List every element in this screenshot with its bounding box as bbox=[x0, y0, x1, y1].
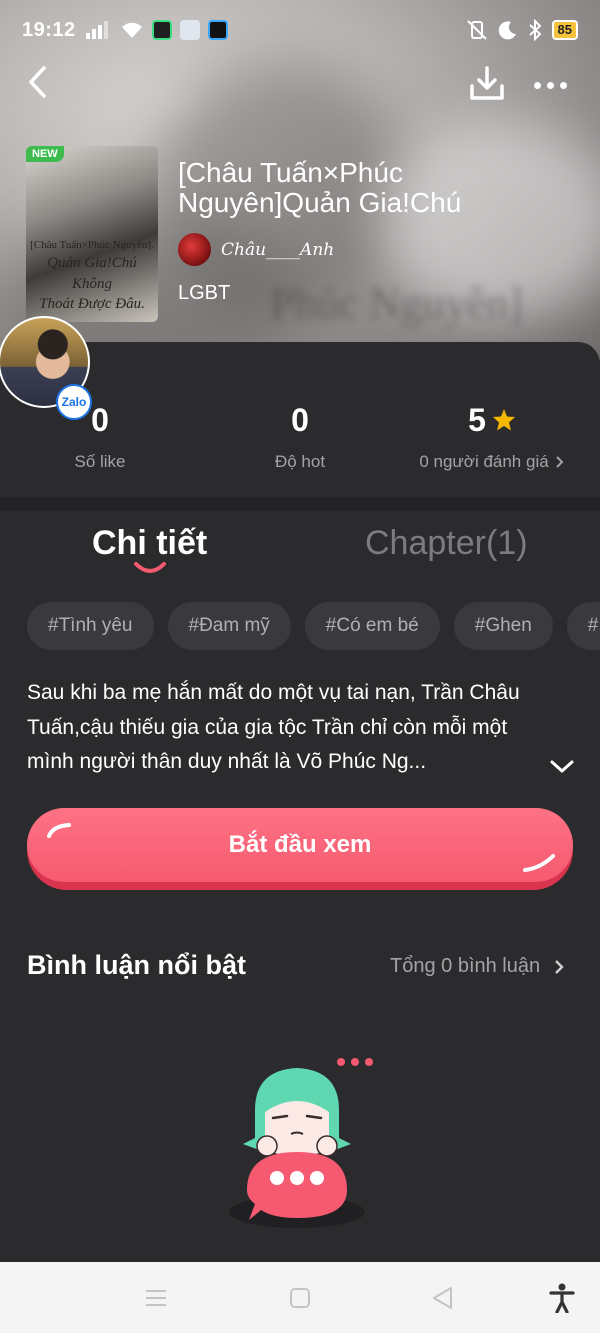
hashtag-chip[interactable]: #Đam mỹ bbox=[167, 602, 291, 650]
button-shine-decoration bbox=[523, 854, 555, 872]
active-tab-indicator bbox=[134, 562, 166, 573]
chevron-right-icon bbox=[555, 959, 564, 974]
wifi-icon bbox=[121, 22, 142, 38]
hashtag-chip[interactable]: #Có em bé bbox=[304, 602, 440, 650]
triangle-back-icon bbox=[433, 1286, 452, 1309]
hashtag-chip[interactable]: #Ghen bbox=[453, 602, 553, 650]
genre-label: LGBT bbox=[178, 282, 231, 304]
recent-apps-button[interactable] bbox=[126, 1262, 186, 1333]
back-button[interactable] bbox=[22, 62, 56, 102]
app-notification-icon bbox=[151, 20, 172, 40]
system-navigation-bar bbox=[0, 1262, 600, 1333]
home-square-icon bbox=[290, 1287, 310, 1308]
stat-value: 0 bbox=[291, 401, 309, 438]
author-row[interactable]: Châu____Anh bbox=[178, 233, 334, 266]
vibrate-off-icon bbox=[466, 20, 487, 40]
download-button[interactable] bbox=[468, 64, 506, 104]
start-reading-label: Bắt đầu xem bbox=[27, 808, 573, 882]
section-divider bbox=[0, 497, 600, 511]
stat-hot: 0 Độ hot bbox=[200, 400, 400, 472]
hashtag-list: #Tình yêu #Đam mỹ #Có em bé #Ghen # bbox=[27, 602, 600, 650]
rating-value-row: 5 bbox=[392, 400, 592, 440]
signal-icon bbox=[85, 21, 108, 39]
featured-comments-title: Bình luận nổi bật bbox=[27, 950, 246, 980]
all-comments-link[interactable]: Tổng 0 bình luận bbox=[390, 955, 564, 978]
author-name[interactable]: Châu____Anh bbox=[221, 240, 334, 260]
book-cover[interactable]: NEW [Châu Tuấn×Phúc Nguyên]. Quản Gia!Ch… bbox=[26, 146, 158, 322]
start-reading-button[interactable]: Bắt đầu xem bbox=[27, 808, 573, 890]
stat-value: 5 bbox=[468, 401, 486, 438]
hashtag-chip[interactable]: #Tình yêu bbox=[27, 602, 154, 650]
cover-title-art: [Châu Tuấn×Phúc Nguyên]. Quản Gia!Chú Kh… bbox=[30, 239, 154, 312]
stat-value: 0 bbox=[91, 401, 109, 438]
comments-total: Tổng 0 bình luận bbox=[390, 955, 541, 977]
chevron-right-icon bbox=[555, 456, 564, 468]
accessibility-icon bbox=[549, 1283, 575, 1313]
stat-rating[interactable]: 5 0 người đánh giá bbox=[392, 400, 592, 472]
stat-label: 0 người đánh giá bbox=[419, 452, 549, 471]
stat-label: Số like bbox=[74, 452, 126, 471]
button-shine-decoration bbox=[47, 823, 71, 838]
app-notification-icon bbox=[179, 20, 200, 40]
star-icon bbox=[492, 409, 515, 431]
battery-indicator: 85 bbox=[551, 20, 578, 40]
tab-detail[interactable]: Chi tiết bbox=[92, 524, 207, 563]
home-button[interactable] bbox=[270, 1262, 330, 1333]
app-notification-icon bbox=[207, 20, 228, 40]
hashtag-chip[interactable]: # bbox=[566, 602, 600, 650]
status-left-icons bbox=[85, 20, 228, 40]
book-title: [Châu Tuấn×Phúc Nguyên]Quản Gia!Chú bbox=[178, 157, 462, 218]
accessibility-button[interactable] bbox=[532, 1262, 592, 1333]
rating-label-row[interactable]: 0 người đánh giá bbox=[392, 452, 592, 472]
back-nav-button[interactable] bbox=[412, 1262, 472, 1333]
stat-label: Độ hot bbox=[274, 452, 326, 471]
new-badge: NEW bbox=[26, 146, 64, 162]
expand-chevron-icon[interactable] bbox=[548, 754, 576, 778]
tab-chapter[interactable]: Chapter(1) bbox=[365, 524, 528, 563]
menu-icon bbox=[146, 1289, 166, 1306]
moon-icon bbox=[498, 21, 516, 40]
empty-comments-mascot-illustration bbox=[229, 1058, 373, 1228]
status-time: 19:12 bbox=[22, 18, 76, 41]
stat-likes: 0 Số like bbox=[0, 400, 200, 472]
status-right-icons: 85 bbox=[466, 19, 578, 41]
more-options-button[interactable] bbox=[534, 70, 574, 100]
bluetooth-icon bbox=[528, 19, 541, 41]
status-bar: 19:12 85 bbox=[0, 0, 600, 60]
blurred-background-text: Phúc Nguyên] bbox=[270, 279, 523, 328]
author-avatar[interactable] bbox=[178, 233, 211, 266]
story-description: Sau khi ba mẹ hắn mất do một vụ tai nạn,… bbox=[27, 681, 520, 773]
